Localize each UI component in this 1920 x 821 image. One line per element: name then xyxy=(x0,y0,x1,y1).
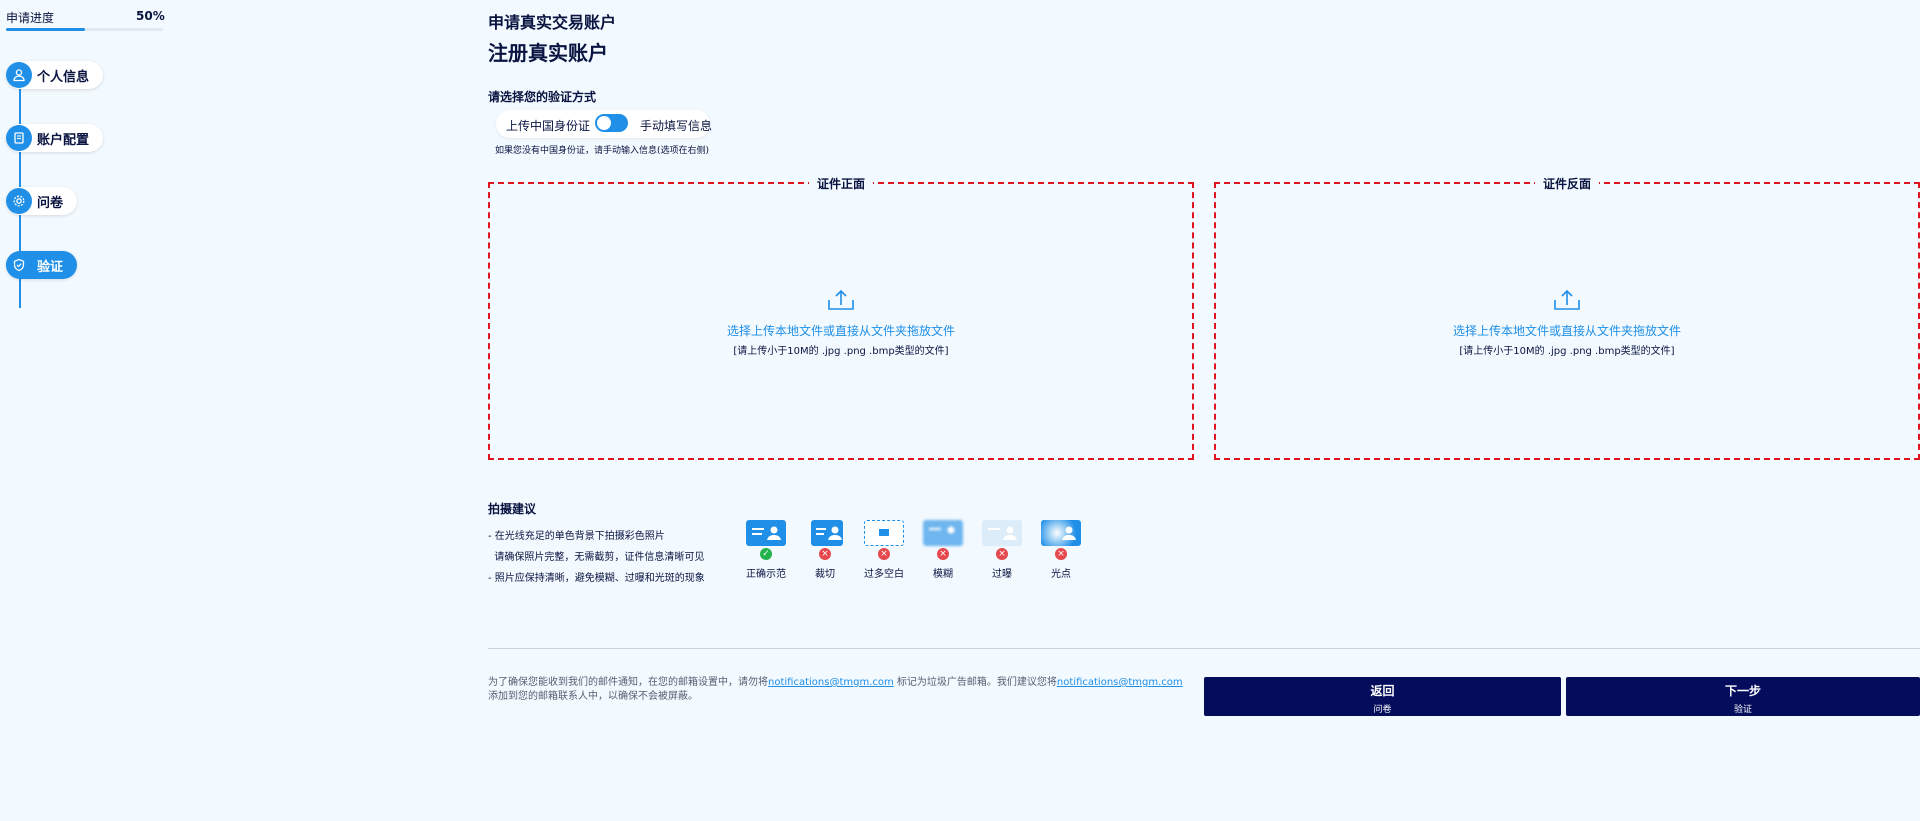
id-card-icon xyxy=(982,520,1022,546)
sample-label: 过多空白 xyxy=(864,569,904,580)
back-button[interactable]: 返回 问卷 xyxy=(1204,677,1561,716)
photo-tips-title: 拍摄建议 xyxy=(488,502,537,516)
gear-icon xyxy=(6,188,32,214)
switch-knob xyxy=(597,116,611,130)
id-card-icon xyxy=(746,520,786,546)
sample-label: 过曝 xyxy=(992,569,1012,580)
upload-icon xyxy=(1552,288,1582,312)
back-button-sublabel: 问卷 xyxy=(1373,705,1392,715)
id-card-icon xyxy=(923,520,963,546)
email-link[interactable]: notifications@tmgm.com xyxy=(1057,677,1183,688)
notice-text: 添加到您的邮箱联系人中，以确保不会被屏蔽。 xyxy=(488,691,698,702)
page-title: 注册真实账户 xyxy=(488,41,608,65)
option-upload-id[interactable]: 上传中国身份证 xyxy=(506,117,590,134)
sample-label: 正确示范 xyxy=(746,569,786,580)
close-icon: × xyxy=(819,548,831,560)
upload-select-link[interactable]: 选择上传本地文件或直接从文件夹拖放文件 xyxy=(1216,322,1918,339)
upload-icon xyxy=(826,288,856,312)
sample-correct: ✓ 正确示范 xyxy=(739,520,793,580)
close-icon: × xyxy=(878,548,890,560)
sample-glare: × 光点 xyxy=(1034,520,1088,580)
email-notice: 为了确保您能收到我们的邮件通知，在您的邮箱设置中，请勿将notification… xyxy=(488,676,1188,704)
back-button-label: 返回 xyxy=(1370,684,1395,698)
sample-label: 裁切 xyxy=(815,569,835,580)
notice-text: 为了确保您能收到我们的邮件通知，在您的邮箱设置中，请勿将 xyxy=(488,677,768,688)
page-supertitle: 申请真实交易账户 xyxy=(488,13,617,32)
next-button[interactable]: 下一步 验证 xyxy=(1566,677,1920,716)
upload-legend: 证件反面 xyxy=(1534,175,1600,192)
check-icon: ✓ xyxy=(760,548,772,560)
sample-cropped: × 裁切 xyxy=(798,520,852,580)
upload-hint: [请上传小于10M的 .jpg .png .bmp类型的文件] xyxy=(733,346,949,357)
progress-label: 申请进度 xyxy=(6,11,55,25)
verification-method-label: 请选择您的验证方式 xyxy=(488,90,597,104)
notice-text: 标记为垃圾广告邮箱。我们建议您将 xyxy=(893,677,1057,688)
tip-line: - 照片应保持清晰，避免模糊、过曝和光斑的现象 xyxy=(488,573,705,584)
verification-method-switch[interactable] xyxy=(595,114,628,132)
sample-blurry: × 模糊 xyxy=(916,520,970,580)
document-icon xyxy=(6,125,32,151)
shield-icon xyxy=(6,252,32,278)
next-button-sublabel: 验证 xyxy=(1733,705,1752,715)
verification-note: 如果您没有中国身份证，请手动输入信息(选项在右侧) xyxy=(495,146,710,156)
progress-value: 50% xyxy=(136,9,165,23)
photo-tips-list: - 在光线充足的单色背景下拍摄彩色照片 请确保照片完整，无需截剪，证件信息清晰可… xyxy=(488,526,705,589)
upload-hint: [请上传小于10M的 .jpg .png .bmp类型的文件] xyxy=(1459,346,1675,357)
close-icon: × xyxy=(937,548,949,560)
footer-divider xyxy=(488,648,1920,649)
id-card-icon xyxy=(864,520,904,546)
close-icon: × xyxy=(996,548,1008,560)
tip-line: 请确保照片完整，无需截剪，证件信息清晰可见 xyxy=(488,552,705,563)
progress-bar-fill xyxy=(6,28,85,31)
upload-id-front[interactable]: 证件正面 选择上传本地文件或直接从文件夹拖放文件 [请上传小于10M的 .jpg… xyxy=(488,175,1194,460)
sample-overexposed: × 过曝 xyxy=(975,520,1029,580)
upload-legend: 证件正面 xyxy=(808,175,874,192)
id-card-icon xyxy=(811,520,843,546)
sample-too-much-blank: × 过多空白 xyxy=(857,520,911,580)
id-card-icon xyxy=(1041,520,1081,546)
sample-label: 光点 xyxy=(1051,569,1071,580)
user-icon xyxy=(6,62,32,88)
upload-select-link[interactable]: 选择上传本地文件或直接从文件夹拖放文件 xyxy=(490,322,1192,339)
progress-bar xyxy=(6,28,163,31)
email-link[interactable]: notifications@tmgm.com xyxy=(768,677,894,688)
option-manual-entry[interactable]: 手动填写信息 xyxy=(640,117,712,134)
next-button-label: 下一步 xyxy=(1724,684,1761,698)
tip-line: - 在光线充足的单色背景下拍摄彩色照片 xyxy=(488,531,665,542)
upload-id-back[interactable]: 证件反面 选择上传本地文件或直接从文件夹拖放文件 [请上传小于10M的 .jpg… xyxy=(1214,175,1920,460)
progress-sidebar: 申请进度 50% 个人信息 账户配置 问卷 验证 xyxy=(0,0,170,821)
sample-label: 模糊 xyxy=(933,569,953,580)
close-icon: × xyxy=(1055,548,1067,560)
